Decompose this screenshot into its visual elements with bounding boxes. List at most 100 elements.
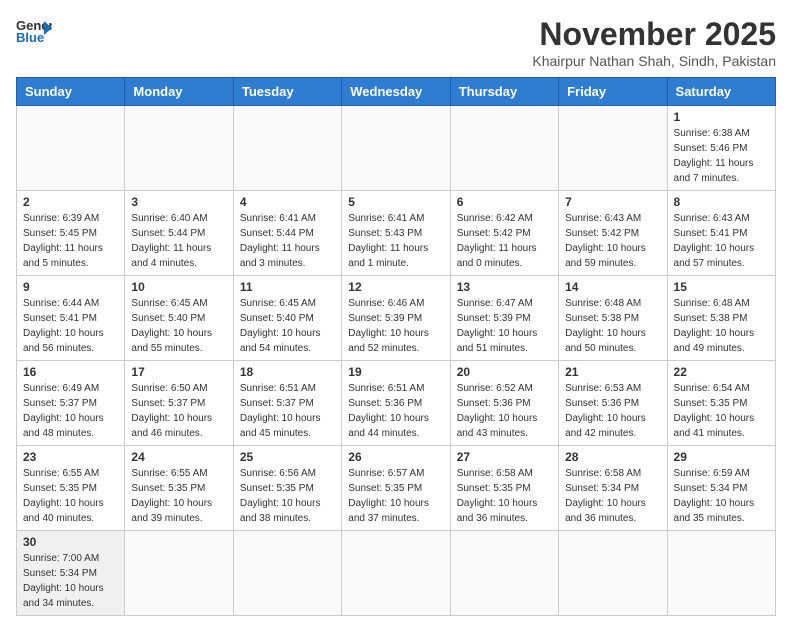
day-info: Sunrise: 6:41 AM Sunset: 5:43 PM Dayligh… [348,211,443,271]
day-info: Sunrise: 6:55 AM Sunset: 5:35 PM Dayligh… [131,466,226,526]
day-info: Sunrise: 6:45 AM Sunset: 5:40 PM Dayligh… [240,296,335,356]
calendar-week-row: 16 Sunrise: 6:49 AM Sunset: 5:37 PM Dayli… [17,361,776,446]
calendar-table: SundayMondayTuesdayWednesdayThursdayFrid… [16,77,776,616]
day-info: Sunrise: 6:41 AM Sunset: 5:44 PM Dayligh… [240,211,335,271]
calendar-day-cell [17,106,125,191]
calendar-day-cell: 23 Sunrise: 6:55 AM Sunset: 5:35 PM Dayli… [17,446,125,531]
calendar-day-cell: 29 Sunrise: 6:59 AM Sunset: 5:34 PM Dayli… [667,446,775,531]
calendar-day-cell [342,106,450,191]
calendar-day-cell [125,531,233,616]
day-info: Sunrise: 6:46 AM Sunset: 5:39 PM Dayligh… [348,296,443,356]
day-number: 22 [674,365,769,379]
day-info: Sunrise: 6:43 AM Sunset: 5:41 PM Dayligh… [674,211,769,271]
calendar-day-cell: 22Sunrise: 6:54 AM Sunset: 5:35 PM Dayli… [667,361,775,446]
day-info: Sunrise: 6:39 AM Sunset: 5:45 PM Dayligh… [23,211,118,271]
weekday-header-row: SundayMondayTuesdayWednesdayThursdayFrid… [17,78,776,106]
calendar-week-row: 30Sunrise: 7:00 AM Sunset: 5:34 PM Dayli… [17,531,776,616]
day-info: Sunrise: 6:50 AM Sunset: 5:37 PM Dayligh… [131,381,226,441]
day-number: 2 [23,195,118,209]
weekday-header-saturday: Saturday [667,78,775,106]
day-info: Sunrise: 6:56 AM Sunset: 5:35 PM Dayligh… [240,466,335,526]
calendar-day-cell: 2 Sunrise: 6:39 AM Sunset: 5:45 PM Daylig… [17,191,125,276]
day-number: 19 [348,365,443,379]
month-title: November 2025 [532,16,776,53]
calendar-day-cell: 3 Sunrise: 6:40 AM Sunset: 5:44 PM Daylig… [125,191,233,276]
day-number: 13 [457,280,552,294]
day-number: 12 [348,280,443,294]
day-info: Sunrise: 6:53 AM Sunset: 5:36 PM Dayligh… [565,381,660,441]
day-info: Sunrise: 6:48 AM Sunset: 5:38 PM Dayligh… [674,296,769,356]
logo: General Blue [16,16,52,46]
logo-icon: General Blue [16,16,52,46]
calendar-day-cell: 15 Sunrise: 6:48 AM Sunset: 5:38 PM Dayli… [667,276,775,361]
calendar-day-cell [559,106,667,191]
calendar-day-cell [233,531,341,616]
calendar-day-cell [233,106,341,191]
day-number: 18 [240,365,335,379]
calendar-day-cell: 19 Sunrise: 6:51 AM Sunset: 5:36 PM Dayli… [342,361,450,446]
weekday-header-sunday: Sunday [17,78,125,106]
calendar-day-cell: 28 Sunrise: 6:58 AM Sunset: 5:34 PM Dayli… [559,446,667,531]
day-number: 5 [348,195,443,209]
day-number: 20 [457,365,552,379]
day-number: 14 [565,280,660,294]
day-number: 11 [240,280,335,294]
calendar-day-cell: 30Sunrise: 7:00 AM Sunset: 5:34 PM Dayli… [17,531,125,616]
calendar-day-cell [125,106,233,191]
calendar-day-cell: 16 Sunrise: 6:49 AM Sunset: 5:37 PM Dayli… [17,361,125,446]
calendar-day-cell: 4 Sunrise: 6:41 AM Sunset: 5:44 PM Daylig… [233,191,341,276]
day-info: Sunrise: 6:43 AM Sunset: 5:42 PM Dayligh… [565,211,660,271]
day-number: 24 [131,450,226,464]
day-number: 17 [131,365,226,379]
day-info: Sunrise: 6:49 AM Sunset: 5:37 PM Dayligh… [23,381,118,441]
day-info: Sunrise: 6:40 AM Sunset: 5:44 PM Dayligh… [131,211,226,271]
calendar-day-cell: 11 Sunrise: 6:45 AM Sunset: 5:40 PM Dayli… [233,276,341,361]
day-number: 29 [674,450,769,464]
calendar-day-cell: 13Sunrise: 6:47 AM Sunset: 5:39 PM Dayli… [450,276,558,361]
day-info: Sunrise: 6:51 AM Sunset: 5:36 PM Dayligh… [348,381,443,441]
day-number: 3 [131,195,226,209]
calendar-day-cell: 26 Sunrise: 6:57 AM Sunset: 5:35 PM Dayli… [342,446,450,531]
weekday-header-friday: Friday [559,78,667,106]
calendar-day-cell: 7Sunrise: 6:43 AM Sunset: 5:42 PM Daylig… [559,191,667,276]
calendar-day-cell: 12 Sunrise: 6:46 AM Sunset: 5:39 PM Dayli… [342,276,450,361]
calendar-day-cell [450,531,558,616]
day-info: Sunrise: 6:52 AM Sunset: 5:36 PM Dayligh… [457,381,552,441]
calendar-day-cell: 1Sunrise: 6:38 AM Sunset: 5:46 PM Daylig… [667,106,775,191]
page-header: General Blue November 2025 Khairpur Nath… [16,16,776,69]
calendar-week-row: 2 Sunrise: 6:39 AM Sunset: 5:45 PM Daylig… [17,191,776,276]
day-number: 25 [240,450,335,464]
day-number: 15 [674,280,769,294]
day-number: 16 [23,365,118,379]
svg-text:Blue: Blue [16,30,44,45]
day-number: 26 [348,450,443,464]
day-info: Sunrise: 6:59 AM Sunset: 5:34 PM Dayligh… [674,466,769,526]
weekday-header-tuesday: Tuesday [233,78,341,106]
calendar-day-cell: 9Sunrise: 6:44 AM Sunset: 5:41 PM Daylig… [17,276,125,361]
day-info: Sunrise: 6:58 AM Sunset: 5:34 PM Dayligh… [565,466,660,526]
day-number: 6 [457,195,552,209]
calendar-day-cell: 18Sunrise: 6:51 AM Sunset: 5:37 PM Dayli… [233,361,341,446]
calendar-day-cell: 27Sunrise: 6:58 AM Sunset: 5:35 PM Dayli… [450,446,558,531]
calendar-day-cell [667,531,775,616]
day-number: 8 [674,195,769,209]
calendar-week-row: 23 Sunrise: 6:55 AM Sunset: 5:35 PM Dayli… [17,446,776,531]
calendar-day-cell: 21Sunrise: 6:53 AM Sunset: 5:36 PM Dayli… [559,361,667,446]
day-info: Sunrise: 6:48 AM Sunset: 5:38 PM Dayligh… [565,296,660,356]
day-info: Sunrise: 6:58 AM Sunset: 5:35 PM Dayligh… [457,466,552,526]
day-number: 23 [23,450,118,464]
day-number: 28 [565,450,660,464]
calendar-day-cell [342,531,450,616]
day-info: Sunrise: 6:55 AM Sunset: 5:35 PM Dayligh… [23,466,118,526]
title-section: November 2025 Khairpur Nathan Shah, Sind… [532,16,776,69]
calendar-day-cell: 20 Sunrise: 6:52 AM Sunset: 5:36 PM Dayli… [450,361,558,446]
weekday-header-wednesday: Wednesday [342,78,450,106]
calendar-day-cell [559,531,667,616]
day-info: Sunrise: 6:57 AM Sunset: 5:35 PM Dayligh… [348,466,443,526]
day-number: 30 [23,535,118,549]
location: Khairpur Nathan Shah, Sindh, Pakistan [532,53,776,69]
day-number: 4 [240,195,335,209]
calendar-day-cell: 25 Sunrise: 6:56 AM Sunset: 5:35 PM Dayli… [233,446,341,531]
day-number: 10 [131,280,226,294]
calendar-day-cell: 5 Sunrise: 6:41 AM Sunset: 5:43 PM Daylig… [342,191,450,276]
